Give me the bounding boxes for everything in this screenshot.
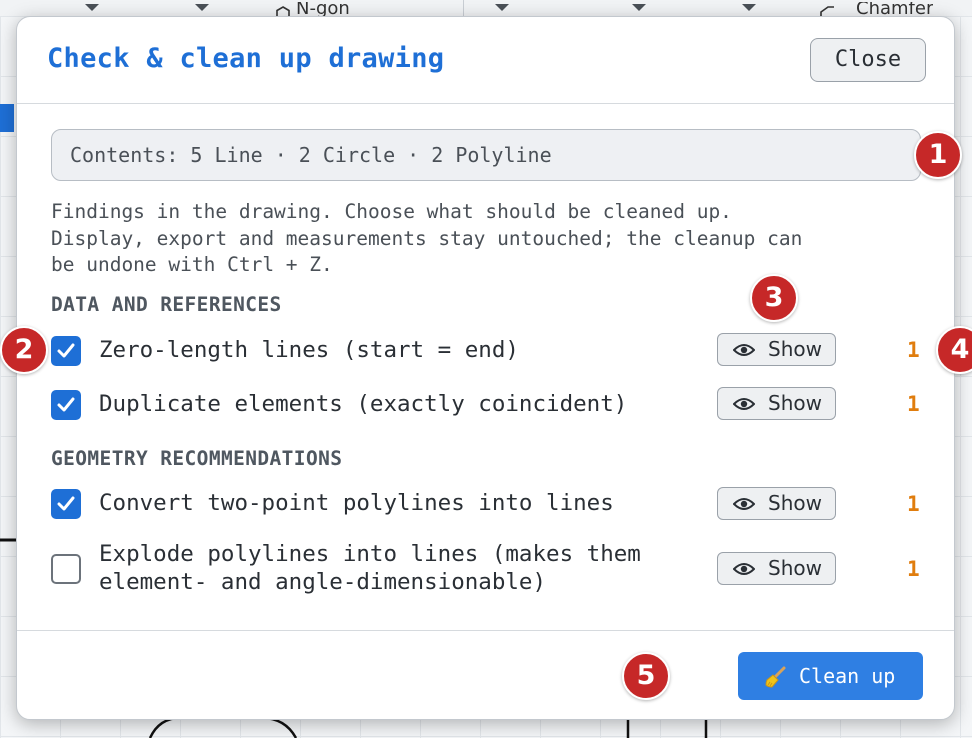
eye-icon [733,563,755,575]
count-zero-length-lines: 1 [907,338,920,362]
checkmark-icon [57,397,75,412]
show-button-duplicate-elements[interactable]: Show [717,387,836,420]
item-label-duplicate-elements: Duplicate elements (exactly coincident) [99,391,628,417]
item-label-zero-length-lines: Zero-length lines (start = end) [99,337,519,363]
checkbox-convert-two-point-polylines[interactable] [51,489,81,519]
annotation-marker-5: 5 [622,652,670,700]
chevron-down-icon [632,4,646,11]
close-button[interactable]: Close [810,38,926,82]
section-heading-geometry-recommendations: GEOMETRY RECOMMENDATIONS [51,447,343,470]
contents-summary: Contents: 5 Line · 2 Circle · 2 Polyline [51,129,921,181]
item-label-convert-two-point-polylines: Convert two-point polylines into lines [99,490,614,516]
eye-icon [733,498,755,510]
chevron-down-icon [195,4,209,11]
count-explode-polylines: 1 [907,557,920,581]
annotation-marker-3: 3 [750,274,798,322]
eye-icon [733,398,755,410]
show-label: Show [768,556,822,580]
count-convert-two-point-polylines: 1 [907,492,920,516]
show-button-zero-length-lines[interactable]: Show [717,333,836,366]
checkbox-explode-polylines[interactable] [51,554,81,584]
item-label-explode-polylines: Explode polylines into lines (makes them… [99,541,641,595]
dialog-description: Findings in the drawing. Choose what sho… [51,200,803,276]
hexagon-icon [276,6,290,16]
cleanup-dialog: Check & clean up drawing Close Contents:… [16,16,955,720]
checkmark-icon [57,343,75,358]
chevron-down-icon [85,4,99,11]
broom-icon [765,666,786,688]
background-toolbar: N-gon Chamfer [0,0,972,17]
toolbar-separator [463,0,464,16]
checkmark-icon [57,496,75,511]
show-label: Show [768,391,822,415]
show-label: Show [768,491,822,515]
show-button-explode-polylines[interactable]: Show [717,552,836,585]
count-duplicate-elements: 1 [907,392,920,416]
show-label: Show [768,337,822,361]
annotation-marker-2: 2 [0,326,48,374]
show-button-convert-two-point-polylines[interactable]: Show [717,487,836,520]
toolbar-ngon-label: N-gon [296,2,350,16]
chevron-down-icon [495,4,509,11]
chamfer-icon [820,6,834,16]
clean-up-button[interactable]: Clean up [738,652,923,700]
section-heading-data-references: DATA AND REFERENCES [51,293,282,316]
dialog-header: Check & clean up drawing Close [17,17,954,104]
annotation-marker-1: 1 [914,131,962,179]
checkbox-duplicate-elements[interactable] [51,390,81,420]
chevron-down-icon [742,4,756,11]
dialog-title: Check & clean up drawing [47,43,445,74]
clean-up-label: Clean up [799,664,896,688]
eye-icon [733,344,755,356]
footer-divider [17,630,954,631]
toolbar-chamfer-label: Chamfer [856,2,934,16]
checkbox-zero-length-lines[interactable] [51,336,81,366]
